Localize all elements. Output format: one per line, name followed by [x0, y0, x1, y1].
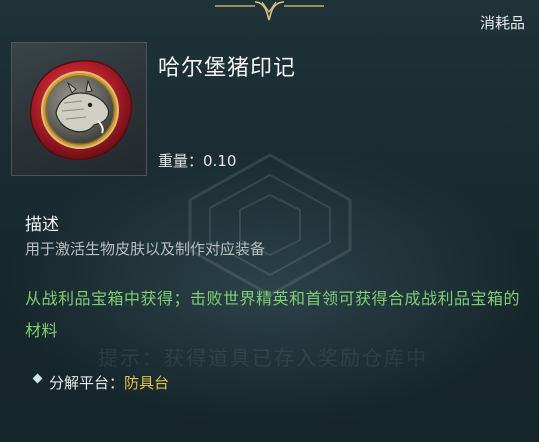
diamond-bullet-icon — [32, 373, 43, 384]
item-icon-slot — [11, 42, 147, 176]
item-name: 哈尔堡猪印记 — [158, 56, 297, 81]
dismantle-label: 分解平台： — [49, 374, 125, 392]
dismantle-row: 分解平台： 防具台 — [32, 372, 170, 393]
description-title: 描述 — [25, 215, 59, 235]
dismantle-value: 防具台 — [124, 374, 170, 392]
weight-row: 重量：0.10 — [158, 150, 236, 171]
weight-label: 重量： — [158, 152, 204, 170]
item-category-label: 消耗品 — [479, 14, 525, 32]
source-text: 从战利品宝箱中获得；击败世界精英和首领可获得合成战利品宝箱的材料 — [25, 289, 521, 340]
description-text: 用于激活生物皮肤以及制作对应装备 — [25, 240, 266, 258]
top-ornament-icon — [215, 1, 324, 21]
weight-value: 0.10 — [203, 152, 237, 170]
watermark-emblem-icon — [188, 153, 352, 297]
item-tooltip: 消耗品 提示：获得道具已存入奖励仓库中 哈尔堡猪印记 重量：0.10 描述 用于… — [0, 0, 539, 442]
boar-seal-icon — [29, 59, 133, 161]
